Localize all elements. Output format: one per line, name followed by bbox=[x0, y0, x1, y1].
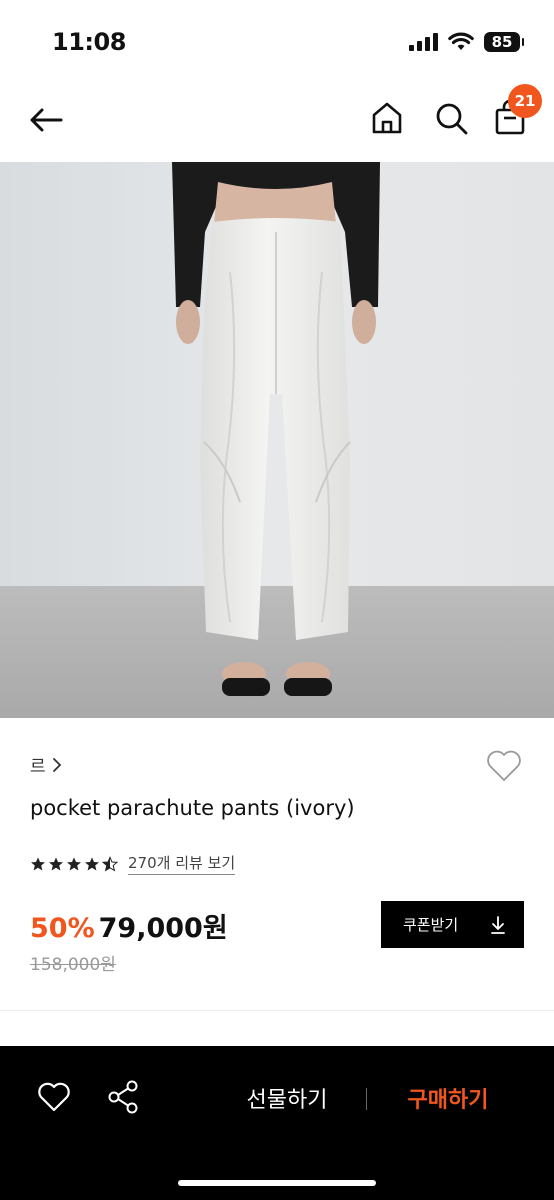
brand-link[interactable]: 르 bbox=[30, 752, 62, 777]
heart-icon[interactable] bbox=[36, 1080, 72, 1114]
discount-rate: 50% bbox=[30, 913, 95, 944]
rating-row: 270개 리뷰 보기 bbox=[30, 852, 236, 875]
cart-count-badge: 21 bbox=[508, 84, 542, 118]
top-nav bbox=[0, 80, 554, 160]
buy-button[interactable]: 구매하기 bbox=[392, 1076, 504, 1120]
chevron-right-icon bbox=[52, 757, 61, 772]
search-icon[interactable] bbox=[432, 98, 470, 138]
share-icon[interactable] bbox=[106, 1078, 142, 1116]
back-arrow-icon[interactable] bbox=[26, 100, 66, 140]
home-icon[interactable] bbox=[368, 98, 406, 138]
star-full-icon bbox=[85, 856, 99, 870]
product-name: pocket parachute pants (ivory) bbox=[30, 796, 355, 820]
heart-icon[interactable] bbox=[484, 746, 524, 786]
star-full-icon bbox=[67, 856, 81, 870]
price-row: 50% 79,000원 bbox=[30, 906, 228, 945]
download-icon bbox=[491, 915, 505, 934]
status-bar: 11:08 85 bbox=[0, 0, 554, 80]
brand-name: 르 bbox=[30, 757, 46, 777]
star-half-icon bbox=[102, 855, 118, 872]
cellular-signal-icon bbox=[409, 33, 438, 51]
coupon-download-button[interactable]: 쿠폰받기 bbox=[381, 901, 524, 948]
bottom-action-bar: 선물하기 구매하기 bbox=[0, 1046, 554, 1200]
product-image[interactable] bbox=[0, 162, 554, 718]
review-link[interactable]: 270개 리뷰 보기 bbox=[128, 852, 236, 875]
original-price: 158,000원 bbox=[30, 955, 116, 975]
star-full-icon bbox=[31, 856, 45, 870]
rating-stars bbox=[30, 855, 118, 872]
action-separator bbox=[366, 1088, 367, 1110]
wifi-icon bbox=[448, 32, 474, 50]
star-full-icon bbox=[49, 856, 63, 870]
status-time: 11:08 bbox=[52, 28, 126, 56]
status-icons: 85 bbox=[409, 32, 524, 52]
sale-price: 79,000원 bbox=[98, 913, 228, 944]
gift-button[interactable]: 선물하기 bbox=[228, 1076, 346, 1120]
home-indicator bbox=[178, 1180, 376, 1186]
battery-indicator: 85 bbox=[484, 32, 524, 52]
section-divider bbox=[0, 1010, 554, 1011]
coupon-label: 쿠폰받기 bbox=[403, 916, 459, 934]
